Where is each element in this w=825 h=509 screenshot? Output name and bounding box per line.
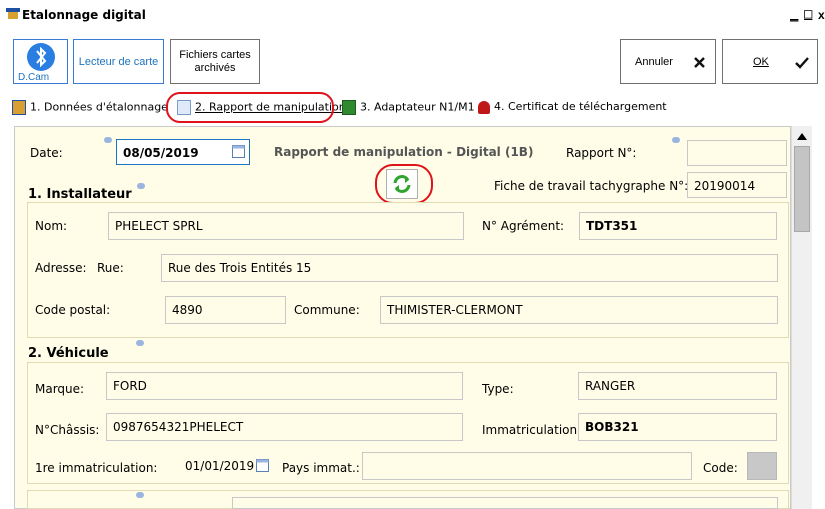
name-label: Nom: — [35, 219, 68, 233]
info-icon — [137, 183, 145, 189]
type-input[interactable]: RANGER — [578, 372, 777, 400]
card-reader-button[interactable]: Lecteur de carte — [73, 39, 164, 84]
report-number-input[interactable] — [687, 140, 787, 166]
info-icon — [104, 137, 112, 143]
address-label: Adresse: — [35, 261, 87, 275]
tab-bar: 1. Données d'étalonnage 2. Rapport de ma… — [0, 92, 825, 123]
postal-code-input[interactable]: 4890 — [165, 296, 286, 324]
card-reader-label: Lecteur de carte — [78, 56, 159, 68]
town-input[interactable]: THIMISTER-CLERMONT — [380, 296, 778, 324]
dcam-label: D.Cam — [18, 72, 50, 83]
next-field[interactable] — [232, 497, 778, 509]
country-label: Pays immat.: — [282, 461, 360, 475]
refresh-button[interactable] — [386, 169, 418, 199]
cancel-label: Annuler — [635, 56, 673, 68]
checkmark-icon — [795, 57, 809, 69]
make-input[interactable]: FORD — [106, 372, 463, 400]
tab-adapter[interactable]: 3. Adaptateur N1/M1 — [342, 100, 475, 118]
certificate-icon — [478, 100, 490, 114]
chip-icon — [342, 100, 356, 115]
date-label: Date: — [30, 146, 63, 160]
vertical-scrollbar[interactable] — [791, 126, 812, 509]
bluetooth-icon — [27, 43, 55, 71]
archived-cards-label: Fichiers cartes archivés — [179, 49, 251, 74]
town-label: Commune: — [294, 303, 360, 317]
maximize-button[interactable]: □ — [804, 6, 812, 22]
refresh-icon — [393, 175, 411, 193]
code-input[interactable] — [747, 452, 777, 480]
type-label: Type: — [482, 382, 514, 396]
make-label: Marque: — [35, 382, 85, 396]
scroll-thumb[interactable] — [794, 146, 810, 232]
approval-label: N° Agrément: — [482, 219, 565, 233]
cancel-button[interactable]: Annuler — [620, 39, 716, 84]
first-registration-label: 1re immatriculation: — [35, 461, 158, 475]
info-icon — [672, 137, 680, 143]
database-icon — [12, 100, 26, 115]
app-icon — [6, 8, 20, 19]
info-icon — [136, 492, 144, 498]
chassis-input[interactable]: 0987654321PHELECT — [106, 413, 463, 441]
name-input[interactable]: PHELECT SPRL — [108, 212, 464, 240]
street-input[interactable]: Rue des Trois Entités 15 — [161, 254, 778, 282]
report-heading: Rapport de manipulation - Digital (1B) — [274, 145, 534, 159]
registration-label: Immatriculation: — [482, 423, 582, 437]
report-number-label: Rapport N°: — [566, 146, 637, 160]
worksheet-input[interactable]: 20190014 — [687, 172, 787, 198]
code-label: Code: — [703, 461, 738, 475]
title-bar: Etalonnage digital _ □ x — [0, 0, 825, 30]
vehicle-section-title: 2. Véhicule — [28, 346, 109, 361]
close-icon — [694, 57, 705, 68]
registration-input[interactable]: BOB321 — [578, 413, 777, 441]
approval-input[interactable]: TDT351 — [579, 212, 777, 240]
tab-download-certificate[interactable]: 4. Certificat de téléchargement — [478, 100, 667, 118]
postal-code-label: Code postal: — [35, 303, 111, 317]
minimize-button[interactable]: _ — [790, 6, 798, 22]
scroll-up-icon[interactable] — [797, 132, 807, 140]
info-icon — [136, 340, 144, 346]
calendar-icon[interactable] — [232, 144, 245, 158]
dcam-button[interactable]: D.Cam — [13, 39, 68, 84]
date-input[interactable]: 08/05/2019 — [116, 139, 250, 165]
close-icon[interactable]: x — [818, 8, 825, 22]
calendar-icon[interactable] — [256, 458, 269, 472]
window-title: Etalonnage digital — [22, 8, 146, 22]
archived-cards-button[interactable]: Fichiers cartes archivés — [170, 39, 260, 84]
tab-calibration-data[interactable]: 1. Données d'étalonnage — [12, 100, 168, 118]
ok-button[interactable]: OK — [722, 39, 818, 84]
installer-section-title: 1. Installateur — [28, 187, 132, 202]
worksheet-label: Fiche de travail tachygraphe N°: — [494, 179, 689, 193]
tab-highlight-oval — [166, 92, 334, 123]
street-label: Rue: — [97, 261, 124, 275]
chassis-label: N°Châssis: — [35, 423, 100, 437]
country-input[interactable] — [362, 452, 692, 480]
ok-label: OK — [753, 56, 769, 68]
